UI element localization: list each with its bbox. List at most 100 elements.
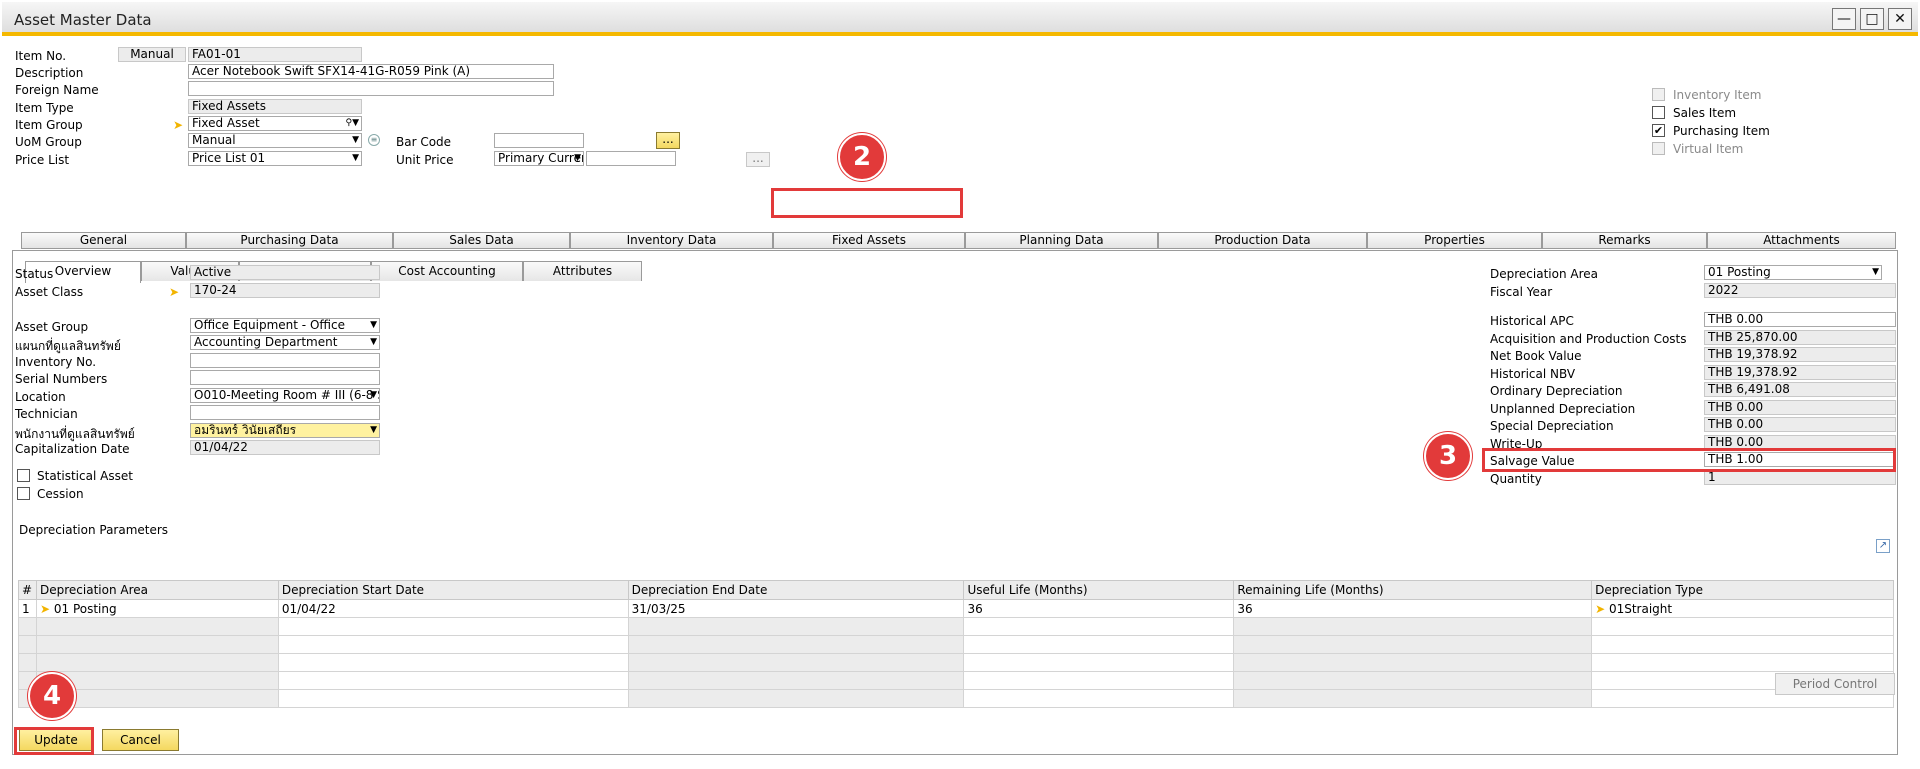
grid-cell[interactable] [963,689,1235,708]
grid-cell[interactable]: 36 [1233,599,1593,618]
cancel-button[interactable]: Cancel [102,729,179,751]
main-tab-sales-data[interactable]: Sales Data [393,232,570,249]
grid-cell[interactable] [1233,653,1593,672]
uom-info-icon[interactable]: ≡ [368,134,380,146]
main-tab-fixed-assets[interactable]: Fixed Assets [773,232,965,249]
main-tab-general[interactable]: General [21,232,186,249]
expand-grid-icon[interactable]: ↗ [1876,539,1890,553]
main-tab-inventory-data[interactable]: Inventory Data [570,232,773,249]
grid-column-header[interactable]: Remaining Life (Months) [1233,580,1593,600]
grid-cell[interactable] [1591,653,1894,672]
unit-price-currency-select[interactable]: Primary Curren ▼ [494,151,584,166]
grid-cell[interactable] [963,617,1235,636]
link-arrow-icon[interactable]: ➤ [40,602,54,616]
grid-cell[interactable] [277,617,629,636]
grid-cell[interactable] [277,671,629,690]
description-field[interactable]: Acer Notebook Swift SFX14-41G-R059 Pink … [188,64,554,79]
item-no-series-select[interactable]: Manual [118,47,186,62]
item-flag-checkbox-2[interactable]: ✔ [1652,124,1665,137]
sub-tab-attributes[interactable]: Attributes [523,261,642,281]
link-arrow-icon[interactable]: ➤ [1595,602,1609,616]
table-row[interactable] [18,635,1894,654]
grid-cell[interactable]: ➤ 01Straight [1591,599,1894,618]
item-no-field[interactable]: FA01-01 [188,47,362,62]
price-list-select[interactable]: Price List 01 ▼ [188,151,362,166]
item-flag-checkbox-1[interactable] [1652,106,1665,119]
maximize-button[interactable]: □ [1860,8,1884,30]
table-row[interactable] [18,671,1894,690]
main-tab-production-data[interactable]: Production Data [1158,232,1367,249]
grid-cell[interactable] [1233,635,1593,654]
grid-column-header[interactable]: Useful Life (Months) [963,580,1235,600]
grid-cell[interactable] [35,635,279,654]
uom-group-select[interactable]: Manual ▼ [188,133,362,148]
main-tab-attachments[interactable]: Attachments [1707,232,1896,249]
department-select[interactable]: Accounting Department ▼ [190,335,380,350]
main-tab-properties[interactable]: Properties [1367,232,1542,249]
grid-cell[interactable] [1233,617,1593,636]
asset-group-select[interactable]: Office Equipment - Office ▼ [190,318,380,333]
grid-cell[interactable] [963,671,1235,690]
item-group-select[interactable]: Fixed Asset ⚲▼ [188,116,362,131]
value-field-6[interactable]: THB 0.00 [1704,417,1896,432]
value-field-3[interactable]: THB 19,378.92 [1704,364,1896,380]
minimize-button[interactable]: — [1832,8,1856,30]
bar-code-browse-button[interactable]: ... [656,132,680,149]
grid-cell[interactable]: 01/04/22 [277,599,629,618]
grid-cell[interactable] [627,617,965,636]
main-tab-purchasing-data[interactable]: Purchasing Data [186,232,393,249]
period-control-button[interactable]: Period Control [1775,673,1895,695]
grid-cell[interactable]: ➤ 01 Posting [35,599,279,618]
close-button[interactable]: ✕ [1888,8,1912,30]
table-row[interactable]: 1 ➤ 01 Posting 01/04/22 31/03/25 36 36 ➤ 01Str… [18,599,1894,618]
grid-cell[interactable] [1233,671,1593,690]
cession-checkbox[interactable] [17,487,30,500]
status-field[interactable]: Active [190,265,380,280]
grid-cell[interactable] [1233,689,1593,708]
grid-cell[interactable] [277,653,629,672]
value-field-0[interactable]: THB 0.00 [1704,312,1896,327]
link-arrow-icon[interactable]: ➤ [173,119,187,131]
table-row[interactable] [18,617,1894,636]
grid-cell[interactable] [277,635,629,654]
grid-cell[interactable] [627,671,965,690]
value-field-5[interactable]: THB 0.00 [1704,399,1896,415]
grid-cell[interactable] [627,635,965,654]
grid-cell[interactable] [963,653,1235,672]
grid-cell[interactable]: 36 [963,599,1235,618]
grid-cell[interactable]: 31/03/25 [627,599,965,618]
item-type-field[interactable]: Fixed Assets [188,99,362,114]
location-select[interactable]: O010-Meeting Room # III (6-8 S ▼ [190,388,380,403]
grid-cell[interactable] [963,635,1235,654]
statistical-asset-checkbox[interactable] [17,469,30,482]
grid-column-header[interactable]: Depreciation Area [35,580,279,600]
main-tab-planning-data[interactable]: Planning Data [965,232,1158,249]
grid-cell[interactable] [627,653,965,672]
capitalization-date-field[interactable]: 01/04/22 [190,440,380,455]
fiscal-year-field[interactable]: 2022 [1704,283,1896,298]
inventory-no-field[interactable] [190,353,380,368]
grid-cell[interactable] [35,653,279,672]
table-row[interactable] [18,689,1894,708]
asset-class-field[interactable]: 170-24 [190,283,380,298]
foreign-name-field[interactable] [188,81,554,96]
value-field-1[interactable]: THB 25,870.00 [1704,329,1896,345]
employee-select[interactable]: อมรินทร์ วินัยเสถียร ▼ [190,423,380,438]
technician-field[interactable] [190,405,380,420]
serial-numbers-field[interactable] [190,370,380,385]
link-arrow-icon[interactable]: ➤ [169,286,183,298]
table-row[interactable] [18,653,1894,672]
grid-column-header[interactable]: Depreciation Start Date [277,580,629,600]
grid-cell[interactable] [1591,617,1894,636]
grid-cell[interactable] [277,689,629,708]
unit-price-field[interactable] [586,151,676,166]
grid-column-header[interactable]: Depreciation Type [1591,580,1894,600]
grid-cell[interactable] [1591,635,1894,654]
grid-cell[interactable] [627,689,965,708]
bar-code-field[interactable] [494,133,584,148]
grid-column-header[interactable]: # [18,580,37,600]
depreciation-area-select[interactable]: 01 Posting ▼ [1704,265,1882,280]
unit-price-browse-button[interactable]: ... [746,152,770,167]
value-field-4[interactable]: THB 6,491.08 [1704,382,1896,397]
grid-column-header[interactable]: Depreciation End Date [627,580,965,600]
